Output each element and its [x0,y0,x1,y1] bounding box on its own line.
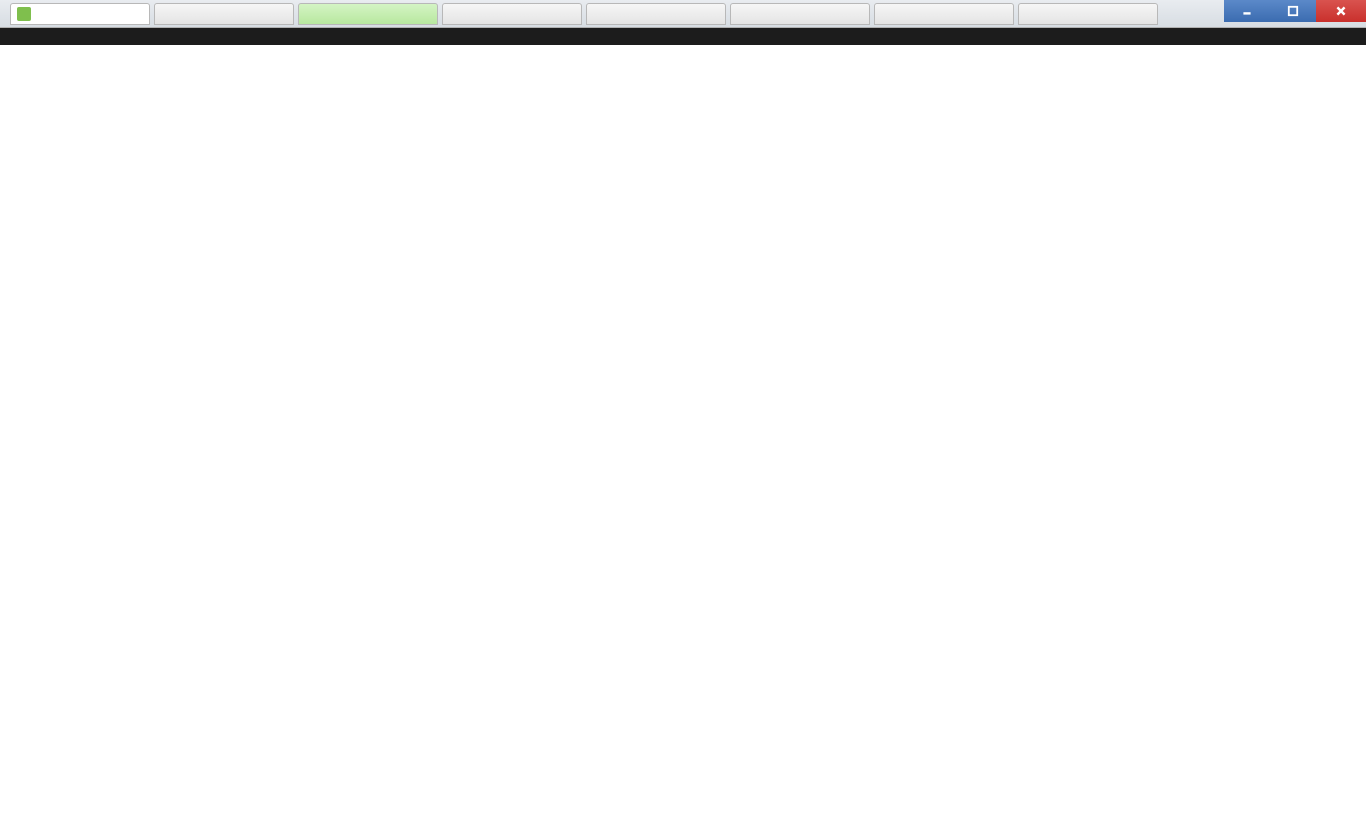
browser-tab[interactable] [442,3,582,25]
browser-tab[interactable] [298,3,438,25]
browser-tab[interactable] [730,3,870,25]
browser-tab[interactable] [1018,3,1158,25]
browser-tabs [10,3,1158,25]
close-button[interactable] [1316,0,1366,22]
app-titlebar [0,28,1366,45]
os-titlebar [0,0,1366,28]
browser-tab[interactable] [154,3,294,25]
browser-tab[interactable] [874,3,1014,25]
browser-tab[interactable] [586,3,726,25]
browser-tab-active[interactable] [10,3,150,25]
maximize-button[interactable] [1270,0,1316,22]
minimize-button[interactable] [1224,0,1270,22]
window-controls [1224,0,1366,22]
